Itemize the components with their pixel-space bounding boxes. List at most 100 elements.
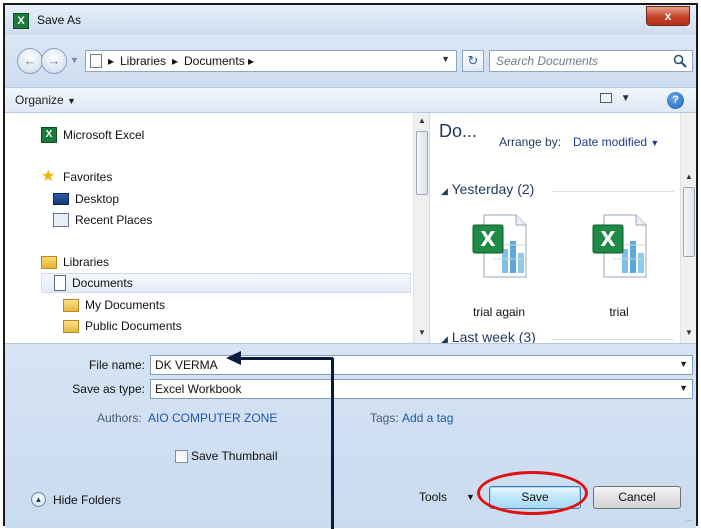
nav-label: Recent Places [75,213,153,227]
scroll-up-icon[interactable]: ▲ [683,171,695,183]
save-as-dialog: X Save As x ← → ▼ ▸ Libraries ▸ Document… [3,3,698,528]
annotation-arrow-head [226,351,241,365]
forward-arrow-icon: → [47,53,61,68]
svg-text:X: X [480,227,496,251]
nav-label: My Documents [85,298,166,312]
command-toolbar: Organize ▼ ▼ ? [5,87,696,113]
nav-label: Favorites [63,170,113,184]
chevron-up-icon[interactable]: ▲ [31,492,46,507]
file-item[interactable]: X trial again [454,213,544,323]
breadcrumb-separator-icon[interactable]: ▸ [172,54,178,68]
address-dropdown-icon[interactable]: ▼ [441,54,450,64]
nav-item-microsoft-excel[interactable]: X Microsoft Excel [41,125,144,145]
nav-label: Libraries [63,255,110,269]
hide-folders-button[interactable]: Hide Folders [53,493,121,507]
back-button[interactable]: ← [17,48,43,74]
nav-label: Documents [72,276,133,290]
scroll-thumb[interactable] [683,187,695,257]
search-input[interactable] [496,54,666,68]
chevron-down-icon: ▼ [620,93,631,104]
save-thumbnail-label[interactable]: Save Thumbnail [191,449,278,463]
file-name-label: File name: [88,358,145,372]
nav-item-desktop[interactable]: Desktop [53,189,119,209]
organize-label: Organize [15,93,64,107]
file-list-scrollbar[interactable]: ▲ ▼ [680,113,696,343]
resize-grip-icon[interactable]: ⋯ [685,516,693,525]
annotation-arrow-shaft-horizontal [241,357,333,360]
authors-label: Authors: [97,411,142,425]
back-arrow-icon: ← [23,53,37,68]
cancel-button[interactable]: Cancel [593,486,681,509]
authors-field[interactable]: AIO COMPUTER ZONE [148,411,277,425]
star-icon: ★ [41,168,56,185]
file-name: trial [609,305,629,319]
file-name-input[interactable] [155,358,555,372]
group-divider [552,191,674,192]
annotation-arrow-shaft-vertical [331,358,334,529]
file-name: trial again [472,305,526,319]
organize-menu[interactable]: Organize ▼ [15,93,76,107]
nav-label: Microsoft Excel [63,128,145,142]
search-box[interactable] [489,50,693,72]
folder-icon [63,298,79,312]
refresh-button[interactable]: ↻ [462,50,484,72]
breadcrumb-libraries[interactable]: Libraries [120,54,166,68]
refresh-icon: ↻ [467,53,479,68]
breadcrumb-separator-icon[interactable]: ▸ [108,54,114,68]
help-button[interactable]: ? [667,92,684,109]
chevron-down-icon[interactable]: ▼ [679,359,688,369]
file-list-pane: Do... Arrange by: Date modified ▼ ◢ Yest… [430,113,696,343]
scroll-thumb[interactable] [416,131,428,195]
save-as-type-select[interactable]: Excel Workbook ▼ [150,379,693,399]
view-icon [600,93,612,104]
nav-label: Desktop [75,192,120,206]
group-divider [552,339,674,340]
nav-label: Public Documents [85,319,182,333]
search-icon[interactable] [672,53,688,69]
folder-icon [63,319,79,333]
group-header-yesterday[interactable]: ◢ Yesterday (2) [441,181,534,197]
save-as-type-value: Excel Workbook [155,382,242,396]
nav-item-recent-places[interactable]: Recent Places [53,210,152,230]
arrange-by-label: Arrange by: [499,135,562,149]
scroll-down-icon[interactable]: ▼ [683,327,695,339]
group-header-last-week[interactable]: ◢ Last week (3) [441,329,536,343]
file-item[interactable]: X trial [574,213,664,323]
navigation-pane: X Microsoft Excel ★ Favorites Desktop Re… [5,113,429,343]
address-bar[interactable]: ▸ Libraries ▸ Documents ▸ ▼ [85,50,457,72]
navigation-scrollbar[interactable]: ▲ ▼ [413,113,429,343]
breadcrumb-separator-icon[interactable]: ▸ [248,54,254,68]
excel-app-icon: X [13,13,29,29]
nav-item-public-documents[interactable]: Public Documents [63,316,182,336]
tags-field[interactable]: Add a tag [402,411,453,425]
desktop-icon [53,193,69,205]
excel-file-icon: X [592,214,647,278]
recent-pages-dropdown-icon[interactable]: ▼ [70,55,79,65]
change-view-button[interactable]: ▼ [600,93,632,109]
close-button[interactable]: x [646,6,690,26]
tags-label: Tags: [370,411,399,425]
nav-item-my-documents[interactable]: My Documents [63,295,165,315]
nav-item-libraries[interactable]: Libraries [41,252,109,272]
group-label: Last week (3) [451,329,536,343]
forward-button[interactable]: → [41,48,67,74]
tools-menu[interactable]: Tools [419,490,447,504]
chevron-down-icon: ▼ [67,96,76,106]
scroll-up-icon[interactable]: ▲ [416,115,428,127]
arrange-by-dropdown[interactable]: Date modified ▼ [573,135,659,149]
chevron-down-icon: ▼ [679,383,688,393]
save-thumbnail-checkbox[interactable] [175,450,188,463]
address-row: ← → ▼ ▸ Libraries ▸ Documents ▸ ▼ ↻ [5,35,696,87]
window-title: Save As [37,13,82,27]
chevron-down-icon[interactable]: ▼ [466,492,475,502]
arrange-by-value: Date modified [573,135,648,149]
svg-text:X: X [600,227,616,251]
nav-item-favorites[interactable]: ★ Favorites [41,167,112,187]
recent-places-icon [53,213,69,227]
nav-item-documents[interactable]: Documents [41,273,411,293]
excel-icon: X [41,127,57,143]
scroll-down-icon[interactable]: ▼ [416,327,428,339]
save-options-panel: File name: ▼ Save as type: Excel Workboo… [5,343,696,528]
library-title: Do... [439,121,478,141]
breadcrumb-documents[interactable]: Documents [184,54,245,68]
